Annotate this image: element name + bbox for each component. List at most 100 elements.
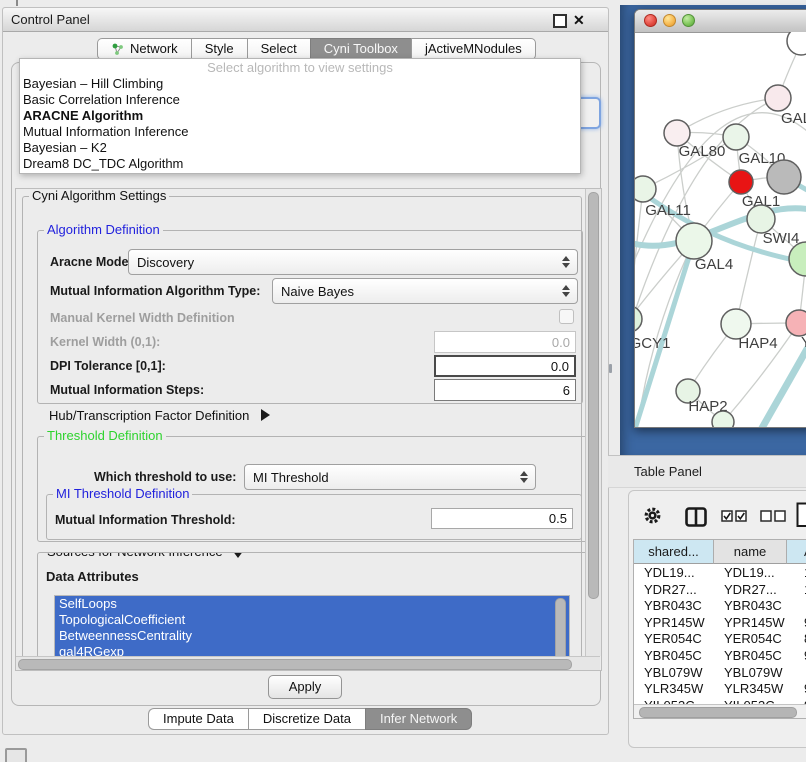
settings-vscrollbar[interactable]	[585, 189, 601, 656]
minimized-window-icon[interactable]	[5, 748, 27, 762]
algorithm-option[interactable]: Basic Correlation Inference	[20, 92, 580, 108]
algorithm-option[interactable]: Dream8 DC_TDC Algorithm	[20, 156, 580, 172]
column-header[interactable]: A	[787, 540, 806, 564]
collapse-down-icon[interactable]	[232, 552, 244, 558]
bottom-tab-impute-data[interactable]: Impute Data	[148, 708, 248, 730]
table-cell: YBR045C	[724, 648, 782, 665]
unchecked-pair-icon[interactable]	[760, 510, 786, 528]
gear-icon[interactable]	[643, 506, 662, 530]
apply-button[interactable]: Apply	[268, 675, 342, 699]
network-edge[interactable]	[736, 219, 761, 324]
network-node-y[interactable]	[786, 310, 806, 336]
aracne-mode-label: Aracne Mode:	[50, 255, 133, 269]
table-row[interactable]: YBL079W YBL079W	[634, 665, 806, 682]
dpi-tolerance-field[interactable]	[434, 355, 576, 377]
tab-label: jActiveMNodules	[425, 39, 522, 59]
algorithm-definition-group: Algorithm Definition Aracne Mode: Discov…	[37, 230, 583, 404]
network-window-titlebar[interactable]	[635, 10, 806, 33]
mi-type-select[interactable]: Naive Bayes	[272, 278, 578, 304]
network-edge-thick[interactable]	[747, 349, 806, 427]
algorithm-option[interactable]: Mutual Information Inference	[20, 124, 580, 140]
manual-kernel-checkbox[interactable]	[559, 309, 574, 324]
table-row[interactable]: YDL19...YDL19...13	[634, 565, 806, 582]
bottom-tab-infer-network[interactable]: Infer Network	[365, 708, 472, 730]
table-row[interactable]: YBR043CYBR043C	[634, 598, 806, 615]
settings-scroll-area: Cyni Algorithm Settings Algorithm Defini…	[15, 188, 602, 671]
sources-group: Sources for Network Inference Data Attri…	[37, 552, 595, 666]
network-svg[interactable]: GALGAL80GAL10GAL1GAL11SWI4GAL4GCY1HAP4YH…	[635, 32, 806, 427]
mi-steps-field[interactable]	[434, 379, 576, 401]
close-icon[interactable]: ✕	[573, 10, 585, 30]
zoom-traffic-light-icon[interactable]	[682, 14, 695, 27]
mi-threshold-label: Mutual Information Threshold:	[55, 513, 236, 527]
mi-threshold-group-title: MI Threshold Definition	[53, 486, 192, 501]
mi-type-label: Mutual Information Algorithm Type:	[50, 284, 260, 298]
network-node[interactable]	[789, 242, 806, 276]
column-header[interactable]: shared...	[634, 540, 714, 564]
tab-jactivemnodules[interactable]: jActiveMNodules	[411, 38, 536, 60]
aracne-mode-select[interactable]: Discovery	[128, 249, 578, 275]
attr-list-scrollbar-thumb[interactable]	[555, 598, 566, 662]
column-header[interactable]: name	[714, 540, 787, 564]
minimize-traffic-light-icon[interactable]	[663, 14, 676, 27]
network-node-label: Y	[801, 334, 806, 351]
tab-cyni-toolbox[interactable]: Cyni Toolbox	[310, 38, 411, 60]
kernel-width-field[interactable]	[434, 331, 576, 353]
tab-select[interactable]: Select	[247, 38, 310, 60]
network-view-window[interactable]: GALGAL80GAL10GAL1GAL11SWI4GAL4GCY1HAP4YH…	[634, 9, 806, 428]
table-hscrollbar-thumb[interactable]	[639, 707, 797, 718]
checked-pair-icon[interactable]	[721, 510, 747, 528]
network-node-gal11[interactable]	[635, 176, 656, 202]
attribute-item[interactable]: SelfLoops	[55, 596, 569, 612]
top-tab-bar: NetworkStyle Select Cyni Toolbox jActiveMNo…	[97, 38, 536, 60]
settings-hscrollbar-thumb[interactable]	[18, 659, 572, 670]
network-node-gal1[interactable]	[729, 170, 753, 194]
network-node[interactable]	[787, 32, 806, 55]
table-cell: YBL079W	[644, 665, 703, 682]
algorithm-option[interactable]: Bayesian – K2	[20, 140, 580, 156]
network-node-label: HAP4	[738, 335, 777, 352]
split-divider-handle[interactable]	[609, 364, 612, 373]
settings-hscrollbar[interactable]	[16, 656, 600, 671]
table-panel: shared...nameA YDL19...YDL19...13YDR27..…	[628, 490, 806, 748]
table-cell: YBL079W	[724, 665, 783, 682]
network-node-gcy1[interactable]	[635, 306, 642, 332]
table-rows: YDL19...YDL19...13YDR27...YDR27...12YBR0…	[634, 565, 806, 704]
table-row[interactable]: YDR27...YDR27...12	[634, 582, 806, 599]
algorithm-option[interactable]: ARACNE Algorithm	[20, 108, 580, 124]
document-icon[interactable]	[796, 502, 806, 533]
table-panel-titlebar: Table Panel	[608, 455, 806, 488]
network-node[interactable]	[767, 160, 801, 194]
network-node-swi4[interactable]	[747, 205, 775, 233]
tab-label: Select	[261, 39, 297, 59]
settings-vscrollbar-thumb[interactable]	[588, 192, 599, 599]
columns-icon[interactable]	[685, 507, 707, 532]
float-panel-icon[interactable]	[553, 14, 567, 28]
bottom-tab-discretize-data[interactable]: Discretize Data	[248, 708, 365, 730]
network-node-label: GAL	[781, 110, 806, 127]
table-row[interactable]: YLR345WYLR345W9.	[634, 681, 806, 698]
table-hscrollbar[interactable]	[634, 704, 806, 719]
algorithm-placeholder: Select algorithm to view settings	[20, 59, 580, 76]
algorithm-option[interactable]: Bayesian – Hill Climbing	[20, 76, 580, 92]
table-cell: YER054C	[644, 631, 702, 648]
close-traffic-light-icon[interactable]	[644, 14, 657, 27]
network-node-gal10[interactable]	[723, 124, 749, 150]
table-row[interactable]: YER054CYER054C8.	[634, 631, 806, 648]
mi-threshold-field[interactable]	[431, 508, 573, 529]
spinner-arrows-icon	[558, 256, 574, 268]
attribute-item[interactable]: TopologicalCoefficient	[55, 612, 569, 628]
hub-section-toggle[interactable]: Hub/Transcription Factor Definition	[49, 408, 270, 423]
tab-network[interactable]: Network	[97, 38, 191, 60]
network-node-gal[interactable]	[765, 85, 791, 111]
table-row[interactable]: YPR145WYPR145W9.	[634, 615, 806, 632]
network-node-label: GAL4	[695, 256, 733, 273]
cyni-settings-title: Cyni Algorithm Settings	[29, 188, 169, 203]
which-threshold-select[interactable]: MI Threshold	[244, 464, 536, 490]
tab-style[interactable]: Style	[191, 38, 247, 60]
network-node[interactable]	[712, 411, 734, 427]
table-cell: YBR043C	[724, 598, 782, 615]
attribute-item[interactable]: BetweennessCentrality	[55, 628, 569, 644]
network-node-gal4[interactable]	[676, 223, 712, 259]
table-row[interactable]: YBR045CYBR045C9.	[634, 648, 806, 665]
